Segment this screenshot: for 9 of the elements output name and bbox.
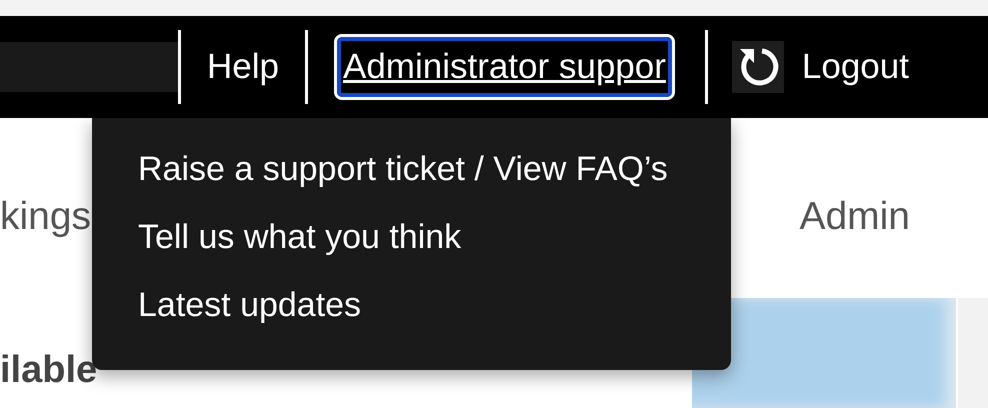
menu-item[interactable]: Raise a support ticket / View FAQ’s	[138, 150, 668, 188]
logout-link[interactable]: Logout	[802, 40, 909, 94]
menu-item[interactable]: Latest updates	[138, 286, 362, 324]
menu-item[interactable]: Tell us what you think	[138, 218, 462, 256]
support-link[interactable]: Administrator suppor	[334, 34, 675, 100]
page-tab[interactable]: kings	[0, 188, 92, 246]
help-link[interactable]: Help	[181, 40, 305, 94]
section-heading: ilable	[0, 348, 98, 393]
page-tab[interactable]: Admin	[799, 188, 910, 246]
